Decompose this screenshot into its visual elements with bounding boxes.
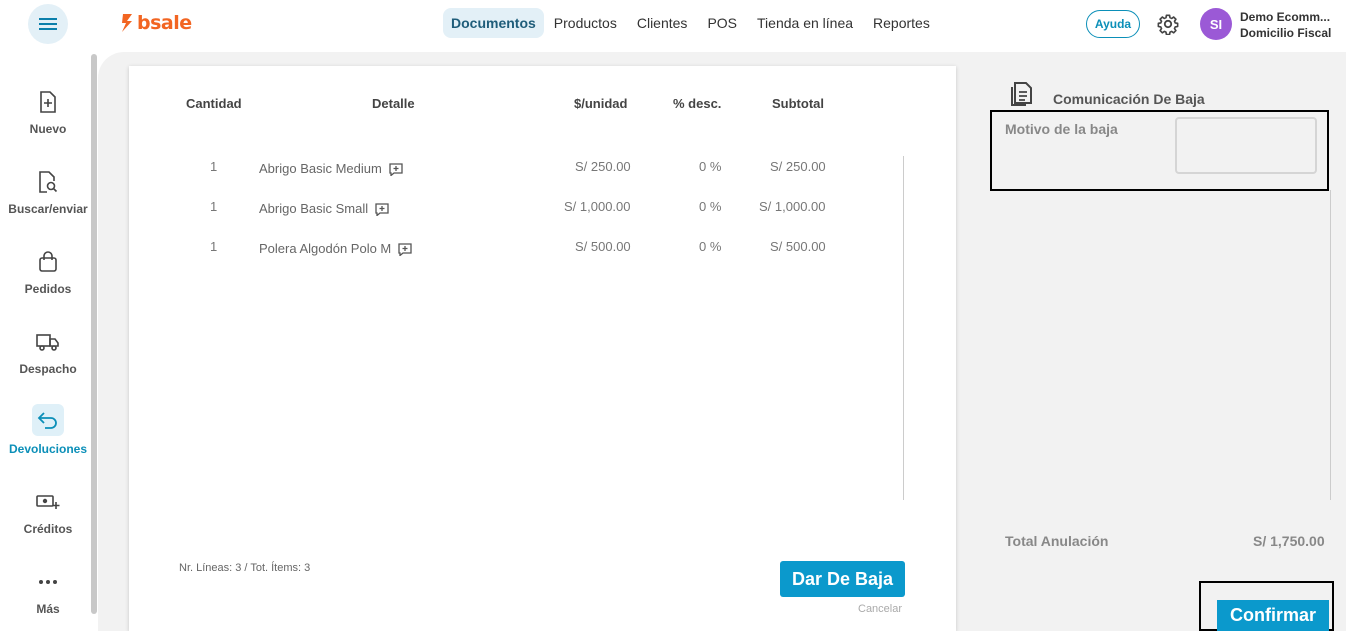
column-header-cantidad: Cantidad xyxy=(186,96,242,111)
nav-tienda-en-linea[interactable]: Tienda en línea xyxy=(747,8,863,38)
sidebar-item-despacho[interactable]: Despacho xyxy=(0,328,96,376)
row-subtotal: S/ 500.00 xyxy=(770,239,826,254)
nav-pos[interactable]: POS xyxy=(697,8,747,38)
gear-icon[interactable] xyxy=(1157,13,1179,35)
row-unit-price: S/ 500.00 xyxy=(575,239,631,254)
brand-name: bsale xyxy=(137,12,192,34)
sidebar-item-label: Créditos xyxy=(23,522,73,536)
money-plus-icon xyxy=(32,488,64,516)
total-label: Total Anulación xyxy=(1005,533,1109,549)
sidebar-item-devoluciones[interactable]: Devoluciones xyxy=(0,404,96,456)
panel-title: Comunicación De Baja xyxy=(1053,91,1205,107)
sidebar-item-pedidos[interactable]: Pedidos xyxy=(0,248,96,296)
user-info[interactable]: Demo Ecomm... Domicilio Fiscal xyxy=(1240,9,1331,41)
column-header-unit-price: $/unidad xyxy=(574,96,628,111)
row-discount: 0 % xyxy=(699,239,722,254)
more-dots-icon xyxy=(32,568,64,596)
row-unit-price: S/ 1,000.00 xyxy=(564,199,631,214)
row-detail: Abrigo Basic Medium xyxy=(259,161,403,177)
sidebar-item-creditos[interactable]: Créditos xyxy=(0,488,96,536)
avatar[interactable]: SI xyxy=(1200,8,1232,40)
menu-button[interactable] xyxy=(28,4,68,44)
sidebar-item-label: Más xyxy=(36,602,60,616)
nav-documentos[interactable]: Documentos xyxy=(443,8,544,38)
document-copy-icon xyxy=(1011,82,1032,106)
add-comment-icon[interactable] xyxy=(398,243,412,257)
nav-reportes[interactable]: Reportes xyxy=(863,8,940,38)
motivo-input[interactable] xyxy=(1175,117,1317,174)
nav-productos[interactable]: Productos xyxy=(544,8,627,38)
main-nav: Documentos Productos Clientes POS Tienda… xyxy=(443,8,940,38)
new-document-icon xyxy=(32,88,64,116)
row-qty: 1 xyxy=(210,159,218,174)
search-document-icon xyxy=(32,168,64,196)
lines-items-summary: Nr. Líneas: 3 / Tot. Ítems: 3 xyxy=(179,562,311,574)
row-unit-price: S/ 250.00 xyxy=(575,159,631,174)
sidebar-item-label: Despacho xyxy=(19,362,77,376)
panel-divider xyxy=(1330,190,1331,500)
sidebar-item-buscar-enviar[interactable]: Buscar/enviar xyxy=(0,168,96,216)
sidebar: Nuevo Buscar/enviar Pedidos Despacho Dev… xyxy=(0,50,96,631)
dar-de-baja-button[interactable]: Dar De Baja xyxy=(780,561,905,597)
confirm-button[interactable]: Confirmar xyxy=(1217,600,1329,631)
sidebar-item-label: Devoluciones xyxy=(8,442,88,456)
row-qty: 1 xyxy=(210,199,218,214)
hamburger-icon xyxy=(39,18,57,30)
column-header-detalle: Detalle xyxy=(372,96,415,111)
row-qty: 1 xyxy=(210,239,218,254)
column-header-discount: % desc. xyxy=(673,96,722,111)
motivo-label: Motivo de la baja xyxy=(1005,121,1118,137)
sidebar-item-label: Nuevo xyxy=(29,122,67,136)
top-bar: bsale Documentos Productos Clientes POS … xyxy=(0,0,1346,50)
row-detail-text: Abrigo Basic Small xyxy=(259,201,369,216)
cancel-link[interactable]: Cancelar xyxy=(858,603,902,615)
bsale-logo-icon xyxy=(122,14,132,32)
shopping-bag-icon xyxy=(32,248,64,276)
sidebar-item-nuevo[interactable]: Nuevo xyxy=(0,88,96,136)
row-detail-text: Polera Algodón Polo M xyxy=(259,241,392,256)
sidebar-item-label: Pedidos xyxy=(24,282,72,296)
row-detail-text: Abrigo Basic Medium xyxy=(259,161,382,176)
sidebar-scrollbar[interactable] xyxy=(91,54,97,614)
row-subtotal: S/ 250.00 xyxy=(770,159,826,174)
sidebar-item-mas[interactable]: Más xyxy=(0,568,96,616)
truck-icon xyxy=(32,328,64,356)
row-discount: 0 % xyxy=(699,159,722,174)
nav-clientes[interactable]: Clientes xyxy=(627,8,698,38)
user-name: Demo Ecomm... xyxy=(1240,10,1331,24)
sidebar-item-label: Buscar/enviar xyxy=(8,202,88,216)
total-value: S/ 1,750.00 xyxy=(1253,533,1325,549)
return-arrow-icon xyxy=(32,404,64,436)
row-discount: 0 % xyxy=(699,199,722,214)
table-divider xyxy=(903,156,904,500)
brand-logo[interactable]: bsale xyxy=(120,12,192,34)
add-comment-icon[interactable] xyxy=(389,163,403,177)
row-subtotal: S/ 1,000.00 xyxy=(759,199,826,214)
column-header-subtotal: Subtotal xyxy=(772,96,824,111)
user-subtitle: Domicilio Fiscal xyxy=(1240,26,1332,40)
document-card xyxy=(129,66,956,631)
add-comment-icon[interactable] xyxy=(375,203,389,217)
row-detail: Polera Algodón Polo M xyxy=(259,241,412,257)
help-button[interactable]: Ayuda xyxy=(1086,10,1140,38)
row-detail: Abrigo Basic Small xyxy=(259,201,389,217)
